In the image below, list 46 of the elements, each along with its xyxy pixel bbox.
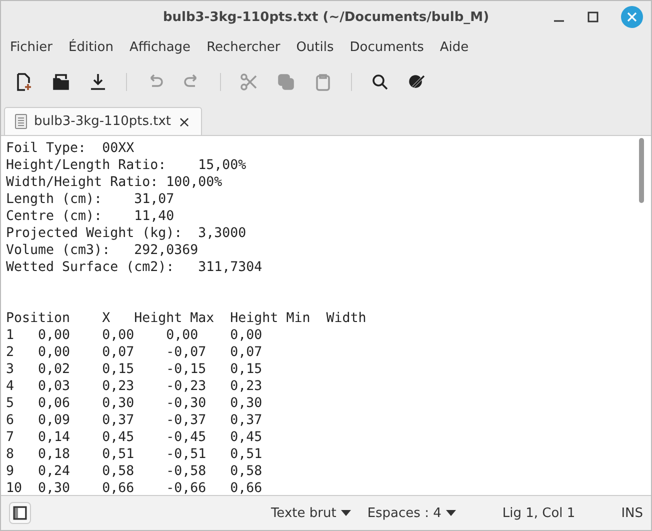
search-icon[interactable] xyxy=(371,73,389,91)
menu-item[interactable]: Outils xyxy=(296,40,334,54)
text-line: 8 0,18 0,51 -0,51 0,51 xyxy=(6,446,262,463)
menu-item[interactable]: Fichier xyxy=(10,40,52,54)
text-line: 4 0,03 0,23 -0,23 0,23 xyxy=(6,378,262,395)
text-line: Projected Weight (kg): 3,3000 xyxy=(6,225,246,242)
text-line: 3 0,02 0,15 -0,15 0,15 xyxy=(6,361,262,378)
text-line: Centre (cm): 11,40 xyxy=(6,208,174,225)
close-icon[interactable] xyxy=(621,6,643,28)
caret-icon xyxy=(341,510,352,516)
document-tab[interactable]: bulb3-3kg-110pts.txt × xyxy=(4,107,202,135)
save-icon[interactable] xyxy=(89,73,107,91)
menu-item[interactable]: Documents xyxy=(350,40,424,54)
language-dropdown[interactable]: Texte brut xyxy=(270,506,352,520)
insert-mode: INS xyxy=(621,506,643,520)
text-line: Volume (cm3): 292,0369 xyxy=(6,242,198,259)
indent-dropdown[interactable]: Espaces : 4 xyxy=(367,506,456,520)
new-icon[interactable] xyxy=(15,73,33,91)
maximize-icon[interactable] xyxy=(587,11,599,23)
text-line: 6 0,09 0,37 -0,37 0,37 xyxy=(6,412,262,429)
cursor-position: Lig 1, Col 1 xyxy=(502,506,576,520)
text-line: 2 0,00 0,07 -0,07 0,07 xyxy=(6,344,262,361)
text-editor[interactable] xyxy=(1,136,651,495)
caret-icon xyxy=(446,510,456,516)
side-panel-button[interactable] xyxy=(9,502,31,524)
menu-item[interactable]: Édition xyxy=(68,40,114,54)
text-line: 9 0,24 0,58 -0,58 0,58 xyxy=(6,463,262,480)
open-icon[interactable] xyxy=(52,73,70,91)
text-line: Position X Height Max Height Min Width xyxy=(6,310,366,327)
side-panel-icon xyxy=(13,506,27,520)
text-line: Height/Length Ratio: 15,00% xyxy=(6,157,246,174)
text-line: Length (cm): 31,07 xyxy=(6,191,174,208)
text-line: 7 0,14 0,45 -0,45 0,45 xyxy=(6,429,262,446)
text-line: Foil Type: 00XX xyxy=(6,140,134,157)
window-title: bulb3-3kg-110pts.txt (~/Documents/bulb_M) xyxy=(162,10,490,25)
text-line: 5 0,06 0,30 -0,30 0,30 xyxy=(6,395,262,412)
menu-item[interactable]: Rechercher xyxy=(206,40,280,54)
text-line: Width/Height Ratio: 100,00% xyxy=(6,174,222,191)
menu-item[interactable]: Aide xyxy=(440,40,469,54)
close-tab-button[interactable]: × xyxy=(178,112,191,130)
text-line: 1 0,00 0,00 0,00 0,00 xyxy=(6,327,262,344)
document-icon xyxy=(15,114,27,129)
tab-label: bulb3-3kg-110pts.txt xyxy=(34,114,172,129)
text-line: Wetted Surface (cm2): 311,7304 xyxy=(6,259,262,276)
menu-item[interactable]: Affichage xyxy=(129,40,191,54)
text-line: 10 0,30 0,66 -0,66 0,66 xyxy=(6,480,262,497)
